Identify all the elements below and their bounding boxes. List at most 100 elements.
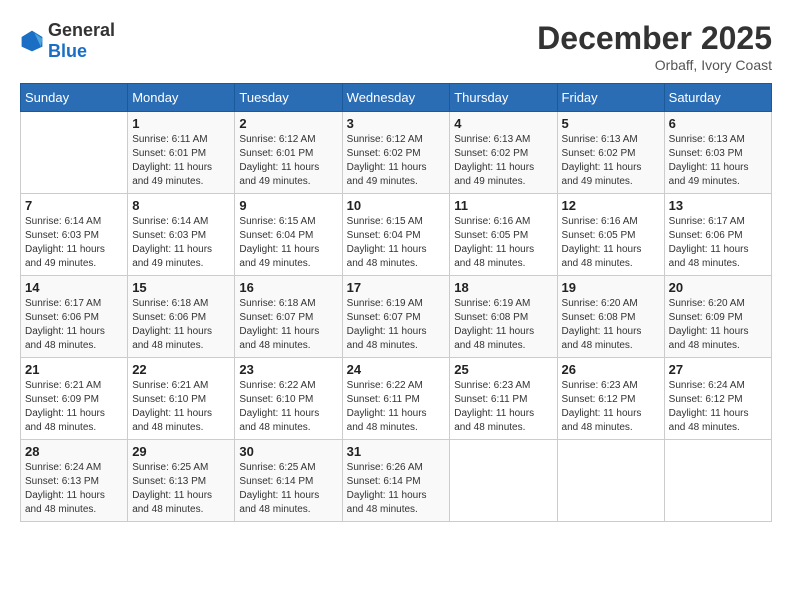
calendar-cell: 5 Sunrise: 6:13 AMSunset: 6:02 PMDaylight… [557,112,664,194]
day-number: 20 [669,280,767,295]
calendar-week-row: 28 Sunrise: 6:24 AMSunset: 6:13 PMDayligh… [21,440,772,522]
day-number: 4 [454,116,552,131]
day-number: 23 [239,362,337,377]
calendar-cell: 19 Sunrise: 6:20 AMSunset: 6:08 PMDayligh… [557,276,664,358]
day-number: 1 [132,116,230,131]
calendar-cell: 25 Sunrise: 6:23 AMSunset: 6:11 PMDayligh… [450,358,557,440]
calendar-cell: 11 Sunrise: 6:16 AMSunset: 6:05 PMDayligh… [450,194,557,276]
day-info: Sunrise: 6:17 AMSunset: 6:06 PMDaylight:… [25,297,123,353]
title-block: December 2025 Orbaff, Ivory Coast [537,20,772,73]
calendar-cell: 15 Sunrise: 6:18 AMSunset: 6:06 PMDayligh… [128,276,235,358]
logo-icon [20,29,44,53]
calendar-cell: 26Sunrise: 6:23 AMSunset: 6:12 PMDayligh… [557,358,664,440]
day-info: Sunrise: 6:23 AMSunset: 6:12 PMDaylight:… [562,379,660,435]
day-number: 3 [347,116,446,131]
calendar-week-row: 21 Sunrise: 6:21 AMSunset: 6:09 PMDayligh… [21,358,772,440]
day-number: 6 [669,116,767,131]
calendar-cell: 21 Sunrise: 6:21 AMSunset: 6:09 PMDayligh… [21,358,128,440]
calendar-cell: 20 Sunrise: 6:20 AMSunset: 6:09 PMDayligh… [664,276,771,358]
day-number: 21 [25,362,123,377]
day-number: 15 [132,280,230,295]
calendar-table: SundayMondayTuesdayWednesdayThursdayFrid… [20,83,772,522]
day-info: Sunrise: 6:19 AMSunset: 6:08 PMDaylight:… [454,297,552,353]
day-number: 27 [669,362,767,377]
day-info: Sunrise: 6:18 AMSunset: 6:06 PMDaylight:… [132,297,230,353]
day-number: 5 [562,116,660,131]
day-info: Sunrise: 6:23 AMSunset: 6:11 PMDaylight:… [454,379,552,435]
calendar-cell: 12 Sunrise: 6:16 AMSunset: 6:05 PMDayligh… [557,194,664,276]
day-number: 16 [239,280,337,295]
day-number: 8 [132,198,230,213]
day-info: Sunrise: 6:16 AMSunset: 6:05 PMDaylight:… [562,215,660,271]
day-number: 11 [454,198,552,213]
day-number: 18 [454,280,552,295]
day-info: Sunrise: 6:21 AMSunset: 6:10 PMDaylight:… [132,379,230,435]
calendar-cell: 27 Sunrise: 6:24 AMSunset: 6:12 PMDayligh… [664,358,771,440]
day-info: Sunrise: 6:13 AMSunset: 6:02 PMDaylight:… [562,133,660,189]
calendar-week-row: 7Sunrise: 6:14 AMSunset: 6:03 PMDaylight… [21,194,772,276]
calendar-week-row: 1 Sunrise: 6:11 AMSunset: 6:01 PMDaylight… [21,112,772,194]
day-info: Sunrise: 6:15 AMSunset: 6:04 PMDaylight:… [239,215,337,271]
logo: General Blue [20,20,115,62]
calendar-cell: 7Sunrise: 6:14 AMSunset: 6:03 PMDaylight… [21,194,128,276]
day-info: Sunrise: 6:12 AMSunset: 6:02 PMDaylight:… [347,133,446,189]
header-friday: Friday [557,84,664,112]
day-info: Sunrise: 6:22 AMSunset: 6:11 PMDaylight:… [347,379,446,435]
day-number: 10 [347,198,446,213]
day-number: 24 [347,362,446,377]
header-monday: Monday [128,84,235,112]
day-number: 25 [454,362,552,377]
calendar-cell [21,112,128,194]
day-number: 31 [347,444,446,459]
logo-general-text: General [48,20,115,40]
calendar-cell: 1 Sunrise: 6:11 AMSunset: 6:01 PMDaylight… [128,112,235,194]
day-info: Sunrise: 6:24 AMSunset: 6:12 PMDaylight:… [669,379,767,435]
calendar-cell: 10 Sunrise: 6:15 AMSunset: 6:04 PMDayligh… [342,194,450,276]
day-info: Sunrise: 6:20 AMSunset: 6:09 PMDaylight:… [669,297,767,353]
calendar-cell: 4 Sunrise: 6:13 AMSunset: 6:02 PMDaylight… [450,112,557,194]
header-saturday: Saturday [664,84,771,112]
day-info: Sunrise: 6:25 AMSunset: 6:14 PMDaylight:… [239,461,337,517]
day-info: Sunrise: 6:19 AMSunset: 6:07 PMDaylight:… [347,297,446,353]
calendar-cell: 17 Sunrise: 6:19 AMSunset: 6:07 PMDayligh… [342,276,450,358]
day-number: 19 [562,280,660,295]
day-number: 17 [347,280,446,295]
day-number: 13 [669,198,767,213]
calendar-cell: 2Sunrise: 6:12 AMSunset: 6:01 PMDaylight… [235,112,342,194]
calendar-cell [557,440,664,522]
day-info: Sunrise: 6:13 AMSunset: 6:02 PMDaylight:… [454,133,552,189]
calendar-cell: 23Sunrise: 6:22 AMSunset: 6:10 PMDayligh… [235,358,342,440]
day-info: Sunrise: 6:21 AMSunset: 6:09 PMDaylight:… [25,379,123,435]
day-info: Sunrise: 6:26 AMSunset: 6:14 PMDaylight:… [347,461,446,517]
day-info: Sunrise: 6:11 AMSunset: 6:01 PMDaylight:… [132,133,230,189]
header-wednesday: Wednesday [342,84,450,112]
day-number: 12 [562,198,660,213]
day-info: Sunrise: 6:14 AMSunset: 6:03 PMDaylight:… [25,215,123,271]
page-header: General Blue December 2025 Orbaff, Ivory… [20,20,772,73]
calendar-cell: 6Sunrise: 6:13 AMSunset: 6:03 PMDaylight… [664,112,771,194]
day-number: 29 [132,444,230,459]
day-info: Sunrise: 6:25 AMSunset: 6:13 PMDaylight:… [132,461,230,517]
calendar-cell: 28 Sunrise: 6:24 AMSunset: 6:13 PMDayligh… [21,440,128,522]
location-text: Orbaff, Ivory Coast [537,57,772,73]
day-number: 2 [239,116,337,131]
day-info: Sunrise: 6:14 AMSunset: 6:03 PMDaylight:… [132,215,230,271]
day-info: Sunrise: 6:18 AMSunset: 6:07 PMDaylight:… [239,297,337,353]
month-title: December 2025 [537,20,772,57]
calendar-cell [450,440,557,522]
day-info: Sunrise: 6:16 AMSunset: 6:05 PMDaylight:… [454,215,552,271]
day-info: Sunrise: 6:24 AMSunset: 6:13 PMDaylight:… [25,461,123,517]
day-info: Sunrise: 6:20 AMSunset: 6:08 PMDaylight:… [562,297,660,353]
header-tuesday: Tuesday [235,84,342,112]
calendar-cell: 8 Sunrise: 6:14 AMSunset: 6:03 PMDaylight… [128,194,235,276]
calendar-cell: 9 Sunrise: 6:15 AMSunset: 6:04 PMDaylight… [235,194,342,276]
day-number: 9 [239,198,337,213]
day-number: 30 [239,444,337,459]
day-number: 28 [25,444,123,459]
header-thursday: Thursday [450,84,557,112]
day-number: 22 [132,362,230,377]
calendar-header-row: SundayMondayTuesdayWednesdayThursdayFrid… [21,84,772,112]
day-info: Sunrise: 6:15 AMSunset: 6:04 PMDaylight:… [347,215,446,271]
calendar-cell: 14Sunrise: 6:17 AMSunset: 6:06 PMDayligh… [21,276,128,358]
calendar-cell: 18 Sunrise: 6:19 AMSunset: 6:08 PMDayligh… [450,276,557,358]
